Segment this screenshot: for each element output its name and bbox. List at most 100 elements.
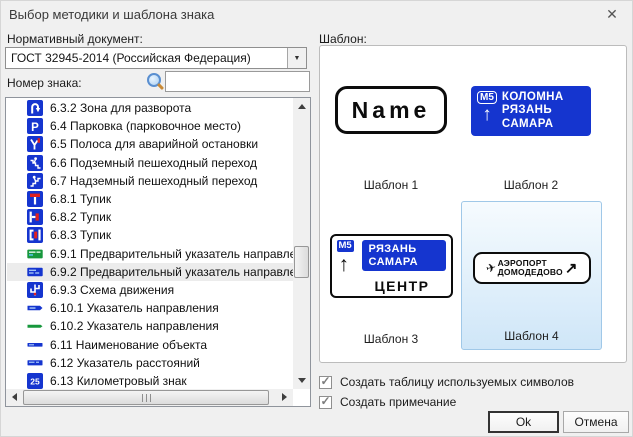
list-item[interactable]: 6.3.2 Зона для разворота [7,99,293,117]
checkbox-create-symbol-table[interactable]: ✓ Создать таблицу используемых символов [319,375,574,389]
destination-line: ДОМОДЕДОВО [498,268,563,278]
cancel-button[interactable]: Отмена [563,411,629,433]
up-right-arrow-icon: ↗ [565,261,578,276]
list-item-label: 6.8.3 Тупик [50,228,111,242]
template-3-label: Шаблон 3 [364,332,418,346]
vertical-scrollbar-thumb[interactable] [294,246,309,278]
search-icon [147,73,161,87]
up-arrow-icon: ↑ [339,253,350,277]
close-icon[interactable]: ✕ [601,4,623,24]
destination-line: САМАРА [369,256,446,269]
object-name-sign-icon [27,337,43,353]
list-item-label: 6.8.1 Тупик [50,192,111,206]
list-item[interactable]: 6.11 Наименование объекта [7,335,293,353]
horizontal-scrollbar[interactable] [6,389,293,406]
list-item-label: 6.7 Надземный пешеходный переход [50,174,257,188]
overpass-sign-icon [27,173,43,189]
template-group-label: Шаблон: [319,32,367,46]
destination-line: РЯЗАНЬ [502,104,564,117]
list-item[interactable]: 6.8.3 Тупик [7,226,293,244]
check-icon: ✓ [320,396,330,406]
template-1-sign-text: Name [352,97,431,124]
list-item-label: 6.4 Парковка (парковочное место) [50,119,241,133]
list-item[interactable]: 6.5 Полоса для аварийной остановки [7,135,293,153]
checkbox-box[interactable]: ✓ [319,376,332,389]
template-2-cell[interactable]: М5 ↑ КОЛОМНА РЯЗАНЬ САМАРА Шаблон 2 [458,48,604,198]
sign-number-label: Номер знака: [7,76,82,90]
template-1-label: Шаблон 1 [364,178,418,192]
template-1-sign: Name [335,86,447,134]
template-4-label: Шаблон 4 [504,329,558,343]
list-item[interactable]: 6.8.1 Тупик [7,190,293,208]
list-item-label: 6.6 Подземный пешеходный переход [50,156,257,170]
destination-line: САМАРА [502,118,564,131]
dead-end-right-sign-icon [27,209,43,225]
sign-list-viewport: 6.3.2 Зона для разворота P 6.4 Парковка … [7,99,293,389]
list-item[interactable]: 6.9.3 Схема движения [7,281,293,299]
template-2-sign: М5 ↑ КОЛОМНА РЯЗАНЬ САМАРА [471,86,591,136]
list-item[interactable]: 6.6 Подземный пешеходный переход [7,154,293,172]
checkbox-label: Создать таблицу используемых символов [340,375,574,389]
scroll-right-icon[interactable] [282,393,287,401]
destination-line: КОЛОМНА [502,91,564,104]
ok-button[interactable]: Ok [488,411,559,433]
dialog-title: Выбор методики и шаблона знака [9,7,214,22]
list-item-selected[interactable]: 6.9.2 Предварительный указатель направле… [7,263,293,281]
list-item[interactable]: 6.10.1 Указатель направления [7,299,293,317]
list-item[interactable]: 6.12 Указатель расстояний [7,354,293,372]
combobox-dropdown-button[interactable]: ▼ [287,48,306,68]
parking-sign-icon: P [27,118,43,134]
list-item-label: 6.10.2 Указатель направления [50,319,219,333]
list-item[interactable]: 6.8.2 Тупик [7,208,293,226]
template-4-cell-selected[interactable]: ✈ АЭРОПОРТ ДОМОДЕДОВО ↗ Шаблон 4 [461,201,602,350]
advance-direction-green-sign-icon [27,246,43,262]
list-item-label: 6.9.3 Схема движения [50,283,174,297]
sign-list: 6.3.2 Зона для разворота P 6.4 Парковка … [5,97,311,407]
center-text: ЦЕНТР [354,278,451,294]
list-item[interactable]: 6.7 Надземный пешеходный переход [7,172,293,190]
scroll-down-icon[interactable] [298,378,306,383]
route-badge: М5 [477,91,497,104]
normative-document-label: Нормативный документ: [7,32,143,46]
list-item[interactable]: P 6.4 Парковка (парковочное место) [7,117,293,135]
direction-blue-sign-icon [27,300,43,316]
emergency-stop-lane-sign-icon [27,136,43,152]
svg-text:25: 25 [30,376,40,386]
vertical-scrollbar[interactable] [293,98,310,389]
template-group: Name Шаблон 1 М5 ↑ КОЛОМНА РЯЗАНЬ САМАРА… [319,45,627,363]
checkbox-box[interactable]: ✓ [319,396,332,409]
destination-panel: РЯЗАНЬ САМАРА [362,240,446,271]
check-icon: ✓ [320,376,330,386]
checkbox-label: Создать примечание [340,395,456,409]
sign-number-input[interactable] [165,71,310,92]
chevron-down-icon: ▼ [294,55,301,62]
dead-end-sign-icon [27,191,43,207]
normative-document-value: ГОСТ 32945-2014 (Российская Федерация) [11,51,251,65]
scroll-left-icon[interactable] [12,393,17,401]
u-turn-zone-sign-icon [27,100,43,116]
list-item-label: 6.5 Полоса для аварийной остановки [50,137,258,151]
advance-direction-blue-sign-icon [27,264,43,280]
template-4-sign: ✈ АЭРОПОРТ ДОМОДЕДОВО ↗ [473,252,591,284]
list-item[interactable]: 6.10.2 Указатель направления [7,317,293,335]
list-item-label: 6.3.2 Зона для разворота [50,101,191,115]
distance-sign-icon [27,355,43,371]
underpass-sign-icon [27,155,43,171]
dead-end-left-sign-icon [27,227,43,243]
scrollbar-grip [142,394,151,402]
horizontal-scrollbar-thumb[interactable] [23,390,269,405]
select-method-and-template-dialog: Выбор методики и шаблона знака ✕ Нормати… [0,0,633,437]
list-item[interactable]: 25 6.13 Километровый знак [7,372,293,389]
list-item-label: 6.13 Километровый знак [50,374,187,388]
template-2-label: Шаблон 2 [504,178,558,192]
list-item[interactable]: 6.9.1 Предварительный указатель направле… [7,245,293,263]
normative-document-combobox[interactable]: ГОСТ 32945-2014 (Российская Федерация) ▼ [5,47,307,69]
scroll-up-icon[interactable] [298,104,306,109]
list-item-label: 6.9.2 Предварительный указатель направле… [50,265,293,279]
template-3-cell[interactable]: М5 ↑ РЯЗАНЬ САМАРА ЦЕНТР Шаблон 3 [324,198,458,352]
kilometer-sign-icon: 25 [27,373,43,389]
destination-line: РЯЗАНЬ [369,243,446,256]
airplane-icon: ✈ [484,260,497,276]
template-1-cell[interactable]: Name Шаблон 1 [324,48,458,198]
checkbox-create-note[interactable]: ✓ Создать примечание [319,395,456,409]
